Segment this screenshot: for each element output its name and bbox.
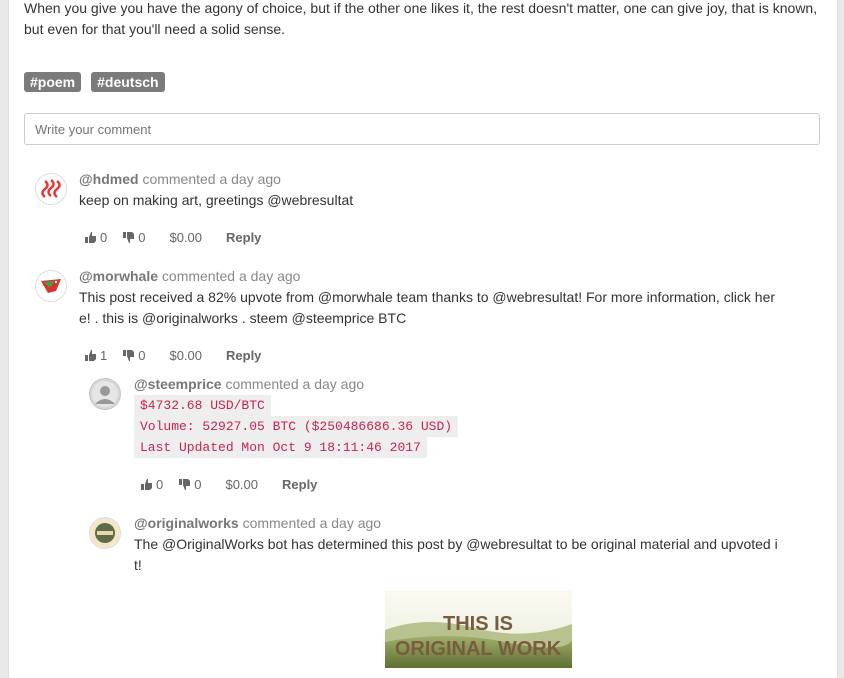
payout-value[interactable]: $0.00	[169, 230, 202, 245]
whale-logo-icon	[41, 279, 61, 293]
thumbs-down-icon	[123, 350, 135, 361]
comment-author[interactable]: @originalworks	[134, 515, 239, 531]
payout-value[interactable]: $0.00	[169, 348, 202, 363]
comment-body: keep on making art, greetings @webresult…	[79, 192, 354, 208]
code-line: Volume: 52927.05 BTC ($250486686.36 USD)	[134, 416, 459, 437]
comment-timestamp: commented a day ago	[242, 515, 382, 531]
steem-logo-icon	[41, 179, 61, 198]
banner-line2: ORIGINAL WORK	[395, 638, 562, 660]
originalworks-logo-icon	[91, 519, 119, 547]
thumbs-up-icon	[85, 350, 96, 361]
downvote-count: 0	[194, 477, 202, 492]
code-block: $4732.68 USD/BTC Volume: 52927.05 BTC ($…	[134, 395, 459, 458]
avatar[interactable]	[35, 173, 67, 205]
post-panel: When you give you have the agony of choi…	[8, 0, 838, 678]
downvote-count: 0	[138, 230, 146, 245]
comment-actions: 1 0 $0.00 Reply	[85, 348, 261, 363]
reply-button[interactable]: Reply	[226, 230, 261, 245]
comment-meta: @morwhale commented a day ago	[79, 268, 300, 284]
upvote-count: 1	[100, 348, 108, 363]
comment-body: This post received a 82% upvote from @mo…	[79, 287, 775, 329]
reply-button[interactable]: Reply	[282, 477, 317, 492]
comment-body-line: This post received a 82% upvote from @mo…	[79, 289, 776, 305]
comment-body-line: The @OriginalWorks bot has determined th…	[134, 536, 778, 552]
avatar[interactable]	[35, 270, 67, 302]
tag-list: #poem #deutsch	[24, 72, 165, 92]
original-work-banner: THIS IS ORIGINAL WORK	[385, 590, 572, 668]
upvote-button[interactable]: 1	[85, 348, 107, 363]
comment-meta: @originalworks commented a day ago	[134, 515, 381, 531]
code-line: Last Updated Mon Oct 9 18:11:46 2017	[134, 437, 427, 458]
avatar[interactable]	[89, 378, 121, 410]
tag-poem[interactable]: #poem	[24, 72, 82, 92]
reply-button[interactable]: Reply	[226, 348, 261, 363]
comment-body-line: t!	[134, 557, 142, 573]
thumbs-up-icon	[85, 232, 96, 243]
original-work-image: THIS IS ORIGINAL WORK	[385, 590, 572, 668]
comment-author[interactable]: @morwhale	[79, 268, 158, 284]
code-line: $4732.68 USD/BTC	[134, 395, 271, 416]
comment-meta: @hdmed commented a day ago	[79, 171, 281, 187]
downvote-button[interactable]: 0	[179, 477, 201, 492]
downvote-count: 0	[138, 348, 146, 363]
thumbs-down-icon	[179, 479, 191, 490]
upvote-count: 0	[100, 230, 108, 245]
comment-timestamp: commented a day ago	[161, 268, 301, 284]
upvote-button[interactable]: 0	[141, 477, 163, 492]
default-user-icon	[92, 381, 118, 407]
downvote-button[interactable]: 0	[123, 348, 145, 363]
avatar[interactable]	[89, 517, 121, 549]
upvote-count: 0	[156, 477, 164, 492]
comment-author[interactable]: @hdmed	[79, 171, 139, 187]
tag-deutsch[interactable]: #deutsch	[91, 72, 165, 92]
comment-body: The @OriginalWorks bot has determined th…	[134, 534, 778, 576]
comment-author[interactable]: @steemprice	[134, 376, 222, 392]
comment-timestamp: commented a day ago	[225, 376, 365, 392]
banner-line1: THIS IS	[443, 613, 513, 635]
comment-input[interactable]	[24, 113, 820, 145]
post-body-text: When you give you have the agony of choi…	[24, 0, 818, 37]
comment-body-line: e! . this is @originalworks . steem @ste…	[79, 310, 407, 326]
comment-actions: 0 0 $0.00 Reply	[141, 477, 317, 492]
thumbs-up-icon	[141, 479, 152, 490]
comment-actions: 0 0 $0.00 Reply	[85, 230, 261, 245]
downvote-button[interactable]: 0	[123, 230, 145, 245]
comment-meta: @steemprice commented a day ago	[134, 376, 364, 392]
thumbs-down-icon	[123, 232, 135, 243]
upvote-button[interactable]: 0	[85, 230, 107, 245]
payout-value[interactable]: $0.00	[225, 477, 258, 492]
comment-timestamp: commented a day ago	[142, 171, 281, 187]
